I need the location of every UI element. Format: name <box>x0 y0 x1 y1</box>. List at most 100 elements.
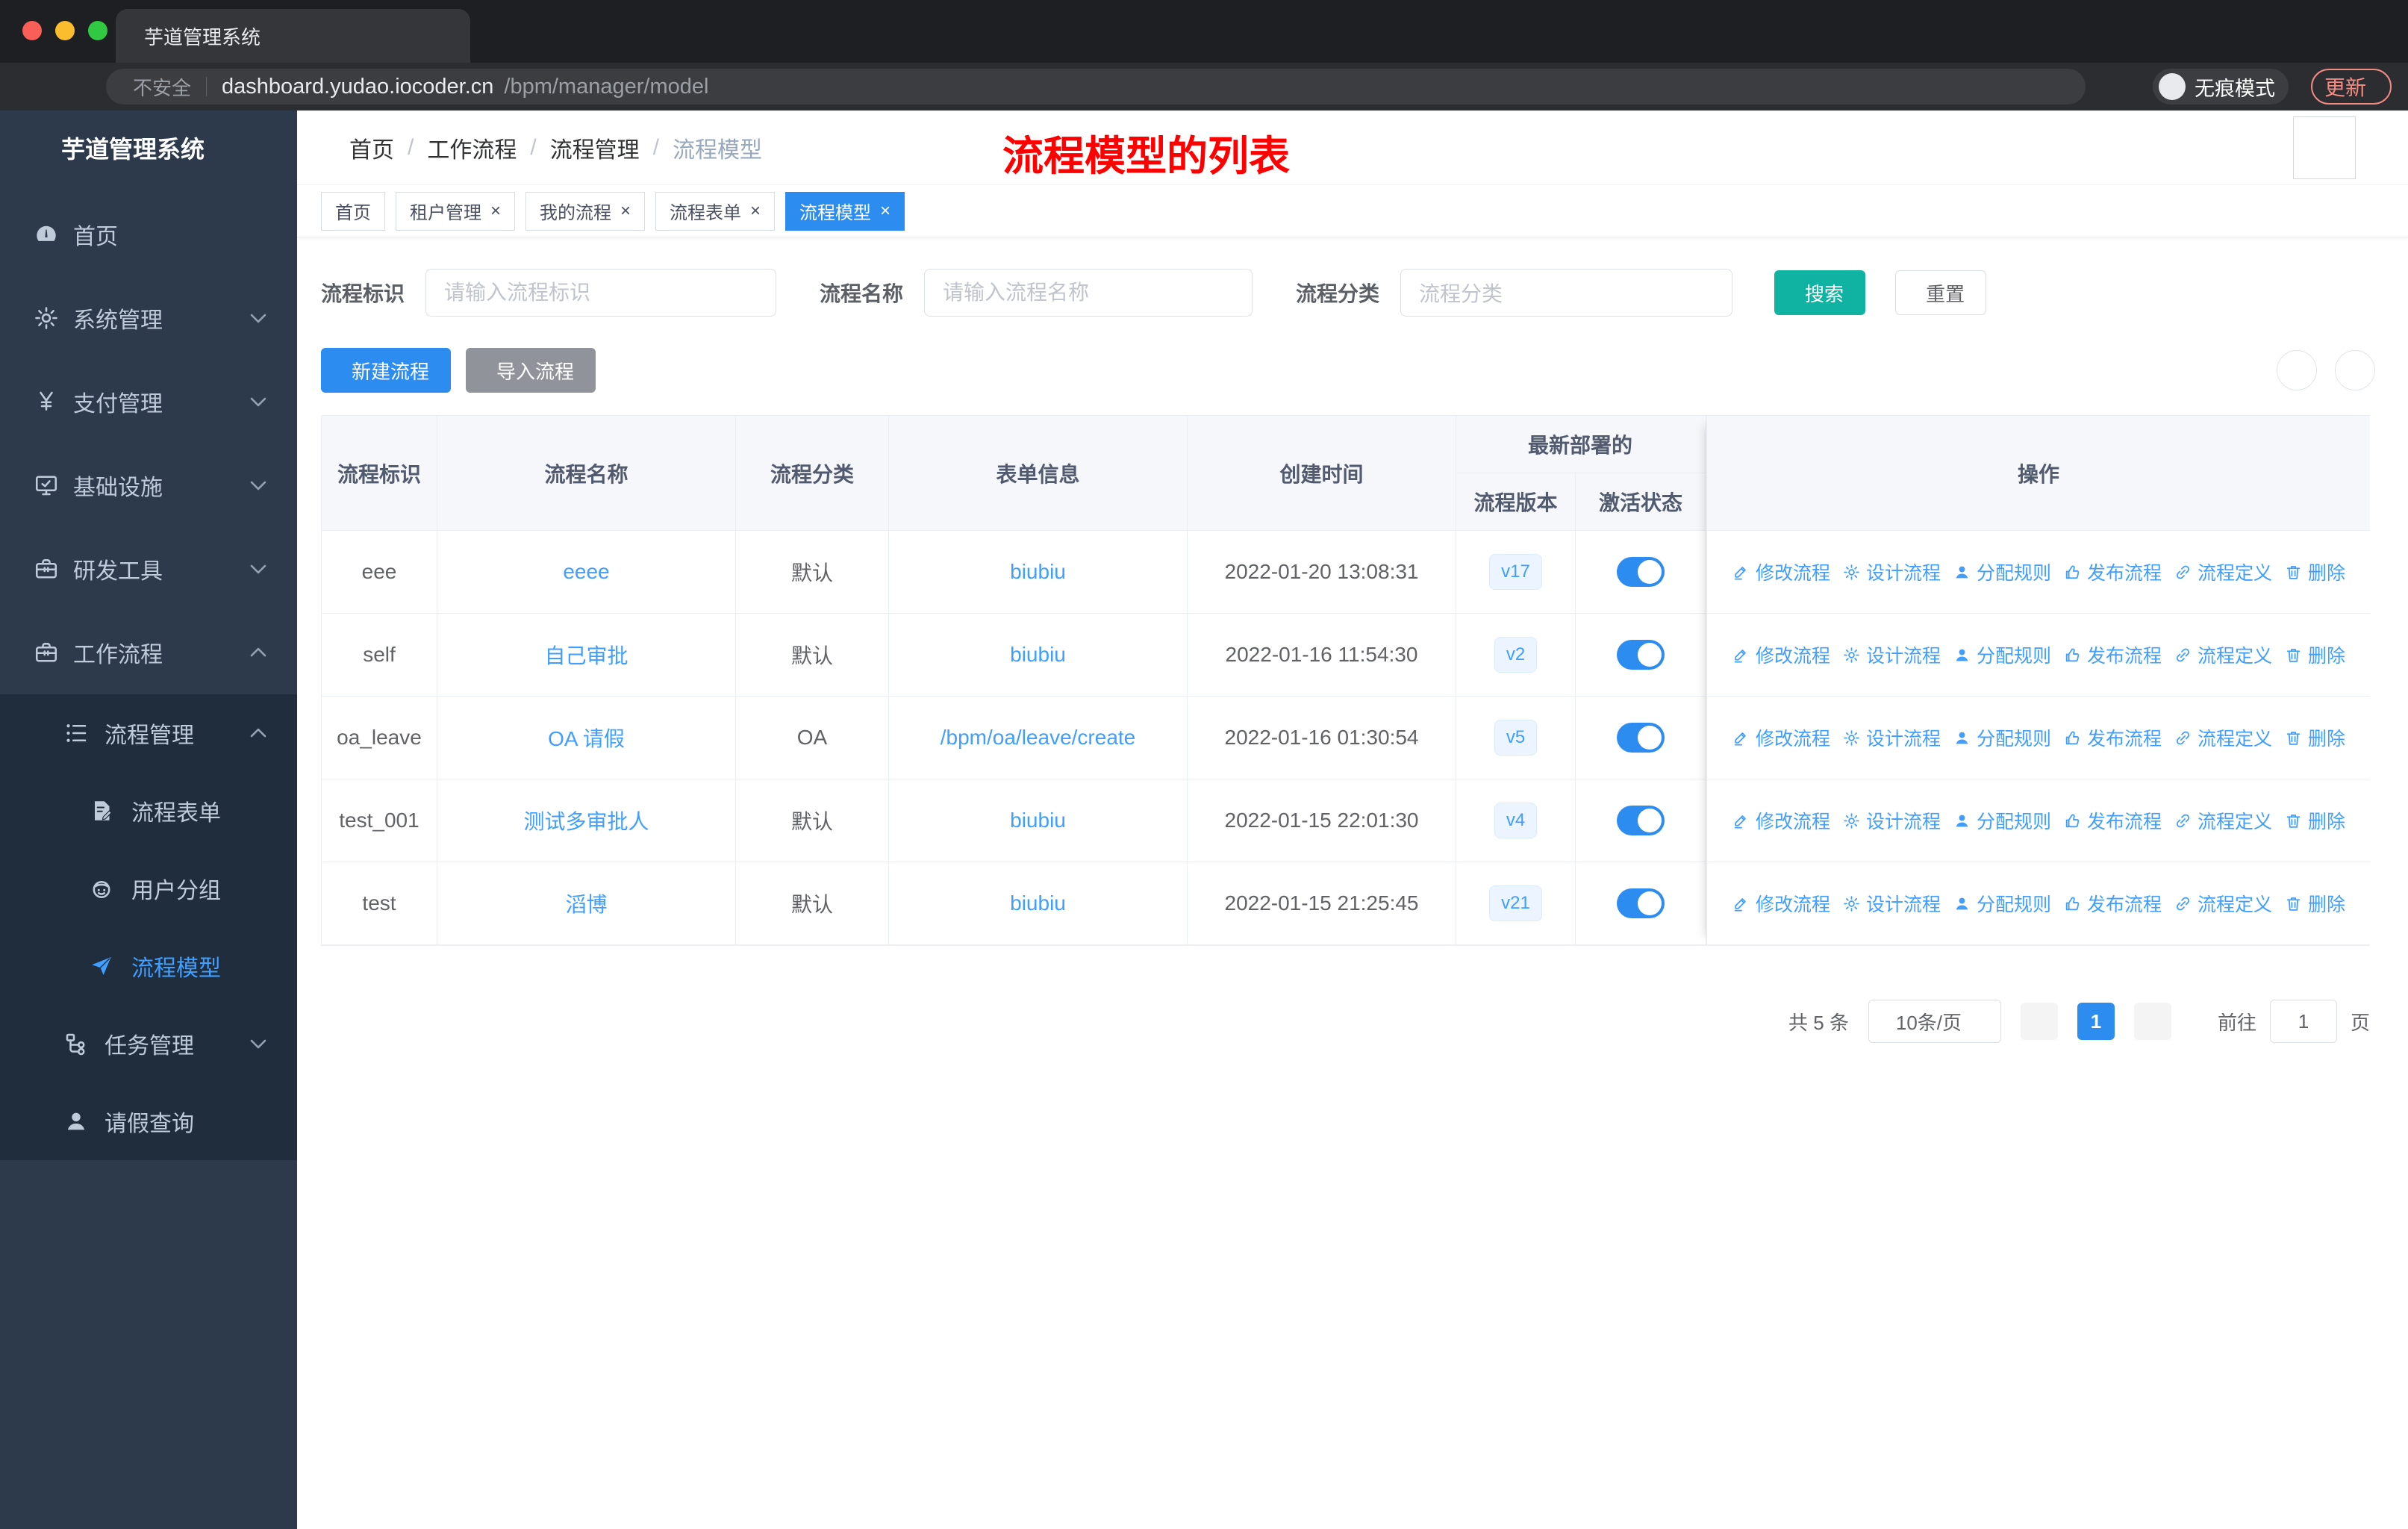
action-delete-link[interactable]: 删除 <box>2284 724 2345 751</box>
tag-close-icon[interactable]: × <box>880 201 890 222</box>
action-deploy-link[interactable]: 发布流程 <box>2063 558 2162 585</box>
form-info-link[interactable]: /bpm/oa/leave/create <box>941 726 1136 749</box>
refresh-table-button[interactable] <box>2335 350 2375 390</box>
app-frame: 芋道管理系统 首页 系统管理 支付管理 基础设施 研发工具 工作流程 流程管理 流程表单 用户分… <box>0 110 2408 1529</box>
action-modify-link[interactable]: 修改流程 <box>1732 558 1830 585</box>
action-delete-link[interactable]: 删除 <box>2284 641 2345 668</box>
model-name-link[interactable]: 测试多审批人 <box>523 810 649 833</box>
breadcrumb-item[interactable]: 首页 <box>349 131 394 164</box>
form-info-link[interactable]: biubiu <box>1010 809 1066 832</box>
url-bar[interactable]: 不安全 dashboard.yudao.iocoder.cn/bpm/manag… <box>106 69 2086 105</box>
sidebar-item-leave-query[interactable]: 请假查询 <box>0 1083 297 1160</box>
tag-close-icon[interactable]: × <box>620 201 631 222</box>
action-modify-link[interactable]: 修改流程 <box>1732 641 1830 668</box>
reset-button[interactable]: 重置 <box>1895 270 1987 315</box>
model-name-link[interactable]: 滔博 <box>565 893 607 916</box>
action-assign-link[interactable]: 分配规则 <box>1953 807 2051 834</box>
active-status-toggle[interactable] <box>1617 888 1665 918</box>
action-assign-link[interactable]: 分配规则 <box>1953 890 2051 917</box>
tag-close-icon[interactable]: × <box>490 201 501 222</box>
filter-name-input[interactable] <box>924 269 1253 317</box>
breadcrumb-item[interactable]: 工作流程 <box>427 131 517 164</box>
window-minimize-button[interactable] <box>55 21 75 40</box>
action-definition-link[interactable]: 流程定义 <box>2174 724 2272 751</box>
sidebar-item-home[interactable]: 首页 <box>0 193 297 276</box>
goto-page-input[interactable] <box>2269 1000 2337 1043</box>
active-status-toggle[interactable] <box>1617 806 1665 835</box>
model-name-link[interactable]: eeee <box>563 560 609 583</box>
browser-tab[interactable]: 芋道管理系统 <box>116 9 470 63</box>
form-info-link[interactable]: biubiu <box>1010 891 1066 915</box>
form-info-link[interactable]: biubiu <box>1010 560 1066 583</box>
page-size-select[interactable]: 10条/页 <box>1868 1000 2001 1043</box>
active-status-toggle[interactable] <box>1617 557 1665 587</box>
action-modify-link[interactable]: 修改流程 <box>1732 807 1830 834</box>
sidebar-item-payment[interactable]: 支付管理 <box>0 360 297 443</box>
action-deploy-link[interactable]: 发布流程 <box>2063 807 2162 834</box>
window-zoom-button[interactable] <box>88 21 107 40</box>
action-modify-link[interactable]: 修改流程 <box>1732 890 1830 917</box>
action-definition-link[interactable]: 流程定义 <box>2174 890 2272 917</box>
action-modify-link[interactable]: 修改流程 <box>1732 724 1830 751</box>
incognito-icon <box>2158 73 2186 100</box>
action-design-link[interactable]: 设计流程 <box>1842 724 1941 751</box>
table-row: test_001 测试多审批人 默认 biubiu 2022-01-15 22:01:3… <box>322 779 1707 862</box>
action-deploy-link[interactable]: 发布流程 <box>2063 641 2162 668</box>
action-assign-link[interactable]: 分配规则 <box>1953 558 2051 585</box>
window-close-button[interactable] <box>22 21 42 40</box>
prev-page-button[interactable] <box>2020 1003 2058 1040</box>
tag-home[interactable]: 首页 <box>321 191 385 231</box>
filter-id-input[interactable] <box>425 269 777 317</box>
create-process-button[interactable]: 新建流程 <box>321 348 452 393</box>
tag-close-icon[interactable]: × <box>750 201 761 222</box>
action-definition-link[interactable]: 流程定义 <box>2174 641 2272 668</box>
model-name-link[interactable]: OA 请假 <box>548 727 625 750</box>
update-chip[interactable]: 更新 <box>2310 69 2392 105</box>
sidebar-item-task-mgmt[interactable]: 任务管理 <box>0 1005 297 1083</box>
tab-title: 芋道管理系统 <box>144 25 261 49</box>
action-delete-link[interactable]: 删除 <box>2284 558 2345 585</box>
action-assign-link[interactable]: 分配规则 <box>1953 724 2051 751</box>
import-process-button[interactable]: 导入流程 <box>466 348 596 393</box>
tag-my-process[interactable]: 我的流程 × <box>525 191 646 231</box>
search-button[interactable]: 搜索 <box>1774 270 1866 315</box>
action-delete-link[interactable]: 删除 <box>2284 807 2345 834</box>
action-design-link[interactable]: 设计流程 <box>1842 641 1941 668</box>
action-deploy-link[interactable]: 发布流程 <box>2063 890 2162 917</box>
action-design-link[interactable]: 设计流程 <box>1842 890 1941 917</box>
sidebar-item-process-mgmt[interactable]: 流程管理 <box>0 694 297 772</box>
edit-icon <box>1732 812 1750 830</box>
active-status-toggle[interactable] <box>1617 640 1665 670</box>
show-search-button[interactable] <box>2277 350 2317 390</box>
sidebar-item-workflow[interactable]: 工作流程 <box>0 611 297 694</box>
action-deploy-link[interactable]: 发布流程 <box>2063 724 2162 751</box>
sidebar-item-user-group[interactable]: 用户分组 <box>0 850 297 927</box>
sidebar-item-system[interactable]: 系统管理 <box>0 276 297 360</box>
action-delete-link[interactable]: 删除 <box>2284 890 2345 917</box>
filter-category-select[interactable]: 流程分类 <box>1400 269 1733 317</box>
action-definition-link[interactable]: 流程定义 <box>2174 807 2272 834</box>
next-page-button[interactable] <box>2133 1003 2171 1040</box>
thumb-icon <box>2063 646 2082 664</box>
sidebar-item-infrastructure[interactable]: 基础设施 <box>0 443 297 527</box>
form-info-link[interactable]: biubiu <box>1010 643 1066 666</box>
breadcrumb-item[interactable]: 流程管理 <box>550 131 640 164</box>
avatar[interactable] <box>2293 116 2356 179</box>
active-status-toggle[interactable] <box>1617 723 1665 753</box>
tag-process-model[interactable]: 流程模型 × <box>785 191 905 231</box>
sidebar-item-process-form[interactable]: 流程表单 <box>0 772 297 850</box>
model-name-link[interactable]: 自己审批 <box>544 644 628 667</box>
sidebar-item-process-model[interactable]: 流程模型 <box>0 927 297 1005</box>
current-page[interactable]: 1 <box>2077 1003 2115 1040</box>
action-design-link[interactable]: 设计流程 <box>1842 558 1941 585</box>
tag-tenant[interactable]: 租户管理 × <box>396 191 516 231</box>
sidebar-item-dev-tools[interactable]: 研发工具 <box>0 527 297 611</box>
yen-icon <box>33 388 60 415</box>
tag-process-form[interactable]: 流程表单 × <box>655 191 776 231</box>
edit-icon <box>1732 646 1750 664</box>
action-definition-link[interactable]: 流程定义 <box>2174 558 2272 585</box>
gear-line-icon <box>1842 812 1861 830</box>
action-design-link[interactable]: 设计流程 <box>1842 807 1941 834</box>
action-assign-link[interactable]: 分配规则 <box>1953 641 2051 668</box>
incognito-label: 无痕模式 <box>2194 77 2275 100</box>
